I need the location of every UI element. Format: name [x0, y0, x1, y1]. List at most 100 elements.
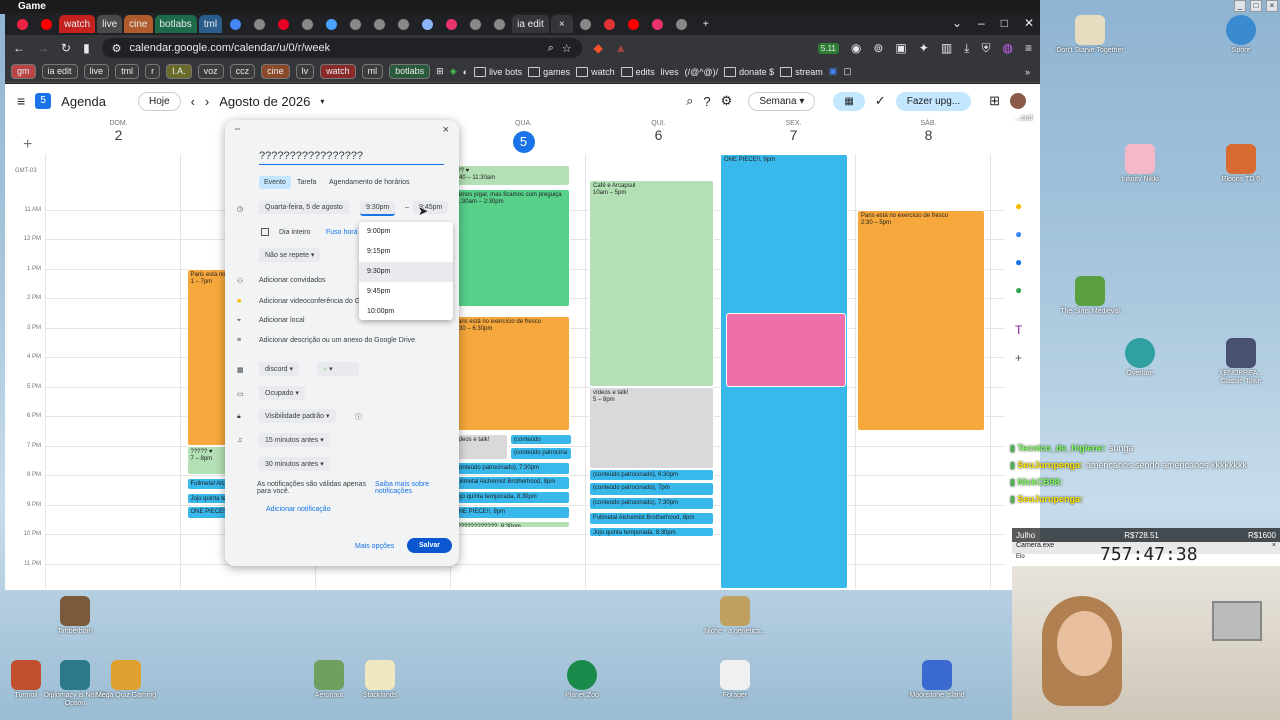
repeat-select[interactable]: Não se repete ▾ [259, 248, 321, 262]
tab-pc[interactable] [599, 15, 621, 33]
visibility-select[interactable]: Visibilidade padrão ▾ [259, 409, 336, 423]
save-button[interactable]: Salvar [407, 538, 453, 553]
forward-icon[interactable]: → [37, 41, 49, 55]
close-icon[interactable]: × [1272, 542, 1276, 554]
maps-icon[interactable]: ● [1015, 283, 1039, 297]
folder-live-bots[interactable]: live bots [474, 67, 522, 77]
bookmark-lv[interactable]: lv [295, 64, 315, 79]
chat-username[interactable]: SeuJurupenga: [1017, 494, 1083, 504]
extension-icon-2[interactable]: ⊚ [873, 41, 883, 55]
next-week-icon[interactable]: › [205, 94, 209, 109]
help-icon[interactable]: ⓘ [355, 412, 362, 422]
tab-gemini[interactable] [416, 15, 438, 33]
desktop-icon-infinity-nikki[interactable]: Infinity Nikki [1105, 144, 1175, 184]
bookmark-r[interactable]: r [145, 64, 161, 79]
tab-pinterest[interactable] [272, 15, 294, 33]
apps-grid-icon[interactable]: ⊞ [989, 93, 1000, 109]
desktop-icon-planet-zoo[interactable]: Planet Zoo [547, 660, 617, 700]
main-menu-icon[interactable]: ≡ [17, 93, 25, 109]
calendar-event[interactable]: Vamos jogar, mas ficamos com preguiça 11:… [450, 188, 570, 307]
settings-icon[interactable]: ⚙ [721, 93, 733, 109]
day-number[interactable]: 5 [456, 127, 591, 153]
bookmark-icon-c[interactable]: ◐ [463, 67, 468, 77]
day-number[interactable]: 8 [861, 127, 996, 143]
folder-donate[interactable]: donate $ [724, 67, 774, 77]
apps-grid-icon[interactable]: ⊞ [436, 66, 444, 77]
tab-live[interactable]: live [97, 15, 123, 33]
bookmark-botlabs[interactable]: botlabs [389, 64, 431, 79]
back-icon[interactable]: ← [13, 41, 25, 55]
tab-search-icon[interactable]: ⌄ [952, 16, 962, 30]
folder-edits[interactable]: edits [621, 67, 655, 77]
bookmark-cine[interactable]: cine [261, 64, 290, 79]
calendar-event[interactable]: Paris está no exercício de fresco 2:30 – … [857, 209, 985, 431]
star-icon[interactable]: ☆ [562, 42, 572, 55]
tab-game-2[interactable] [647, 15, 669, 33]
bookmark-lives[interactable]: lives [661, 67, 679, 77]
bookmark-icon-6[interactable]: ▢ [843, 66, 852, 77]
contacts-icon[interactable]: ● [1015, 255, 1039, 269]
calendar-event[interactable]: (conteúdo patrocinado), 6:30pm [589, 469, 714, 481]
chat-username[interactable]: Tecnico_de_higiene: [1017, 443, 1105, 453]
calendar-event[interactable]: (conteúdo patrocinado), 7:30pm [450, 461, 570, 475]
notification-select-1[interactable]: 15 minutos antes ▾ [259, 433, 330, 447]
tab-tml[interactable]: tml [198, 15, 223, 33]
prev-week-icon[interactable]: ‹ [191, 94, 195, 109]
upgrade-button[interactable]: Fazer upg... [895, 91, 972, 111]
bookmark-ccz[interactable]: ccz [229, 64, 256, 79]
extensions-puzzle-icon[interactable]: ✦ [919, 41, 929, 55]
calendar-event[interactable]: vídeos e talk! 5 – 8pm [589, 386, 714, 470]
day-header[interactable]: SEX. 7 [726, 120, 861, 143]
tab-appointment[interactable]: Agendamento de horários [329, 179, 410, 186]
time-option[interactable]: 9:45pm [359, 282, 453, 302]
day-number[interactable]: 6 [591, 127, 726, 143]
calendar-event[interactable]: (conteúdo patrocinado) [510, 433, 572, 446]
bookmark-voz[interactable]: voz [197, 64, 224, 79]
notification-select-2[interactable]: 30 minutos antes ▾ [259, 457, 330, 471]
calendar-event[interactable]: Jojo quinta temporada, 8:30pm [589, 526, 714, 537]
desktop-icon-mega-quiz[interactable]: Mega Quiz Gaming [91, 660, 161, 700]
chevron-down-icon[interactable]: ▾ [320, 97, 324, 106]
bookmark-gm[interactable]: gm [11, 64, 36, 79]
calendar-event[interactable]: (conteúdo patrocina [510, 446, 572, 461]
desktop-icon-timberborn[interactable]: Timberborn [40, 596, 110, 636]
chat-username[interactable]: SeuJurupenga: [1017, 460, 1083, 470]
day-number[interactable]: 7 [726, 127, 861, 143]
time-option[interactable]: 9:15pm [359, 242, 453, 262]
color-select[interactable]: ● ▾ [317, 362, 359, 376]
tab-icon-2[interactable] [35, 15, 57, 33]
date-field[interactable]: Quarta-feira, 5 de agosto [259, 201, 349, 214]
bookmark-tml[interactable]: tml [115, 64, 140, 79]
search-icon[interactable]: ⌕ [686, 93, 693, 109]
calendar-event[interactable]: Paris está no exercício de fresco 3:30 – … [450, 315, 570, 431]
day-header[interactable]: QUI. 6 [591, 120, 726, 143]
site-info-icon[interactable]: ⚙ [112, 42, 122, 55]
day-header[interactable]: DOM. 2 [51, 120, 186, 143]
reload-icon[interactable]: ↻ [61, 41, 71, 55]
tab-globe-1[interactable] [248, 15, 270, 33]
calendar-event[interactable] [726, 312, 846, 387]
tab-cine[interactable]: cine [124, 15, 153, 33]
calendar-event[interactable]: ONE PIECE!!, 9pm [450, 505, 570, 520]
close-icon[interactable]: × [443, 124, 449, 136]
week-grid[interactable]: 11 AM 12 PM 1 PM 2 PM 3 PM 4 PM 5 PM 6 PM 7 PM 8 … [24, 154, 1005, 589]
bookmark-icon-g[interactable]: ◈ [450, 66, 457, 77]
desktop-icon-stacklands[interactable]: Stacklands [345, 660, 415, 700]
description-field[interactable]: Adicionar descrição ou um anexo do Googl… [259, 337, 415, 344]
event-title-input[interactable]: ????????????????? [259, 150, 444, 165]
extension-badge[interactable]: 5.11 [817, 42, 839, 54]
tab-current[interactable]: × [550, 15, 573, 33]
leo-icon[interactable]: ◍ [1003, 41, 1013, 55]
chat-username[interactable]: NickCB98: [1017, 477, 1062, 487]
time-option[interactable]: 9:00pm [359, 222, 453, 242]
tab-icon-1[interactable] [11, 15, 33, 33]
tab-botlabs[interactable]: botlabs [154, 15, 197, 33]
time-option[interactable]: 10:00pm [359, 302, 453, 322]
tab-event[interactable]: Evento [259, 176, 291, 189]
vpn-icon[interactable]: ⛨ [981, 41, 990, 56]
avatar[interactable] [1010, 93, 1026, 109]
timezone-link[interactable]: Fuso horá [326, 229, 358, 236]
learn-more-link[interactable]: Saiba mais sobre notificações [375, 481, 441, 495]
rewards-icon[interactable]: ▲ [615, 41, 627, 55]
bookmark-ia[interactable]: I.A. [166, 64, 192, 79]
